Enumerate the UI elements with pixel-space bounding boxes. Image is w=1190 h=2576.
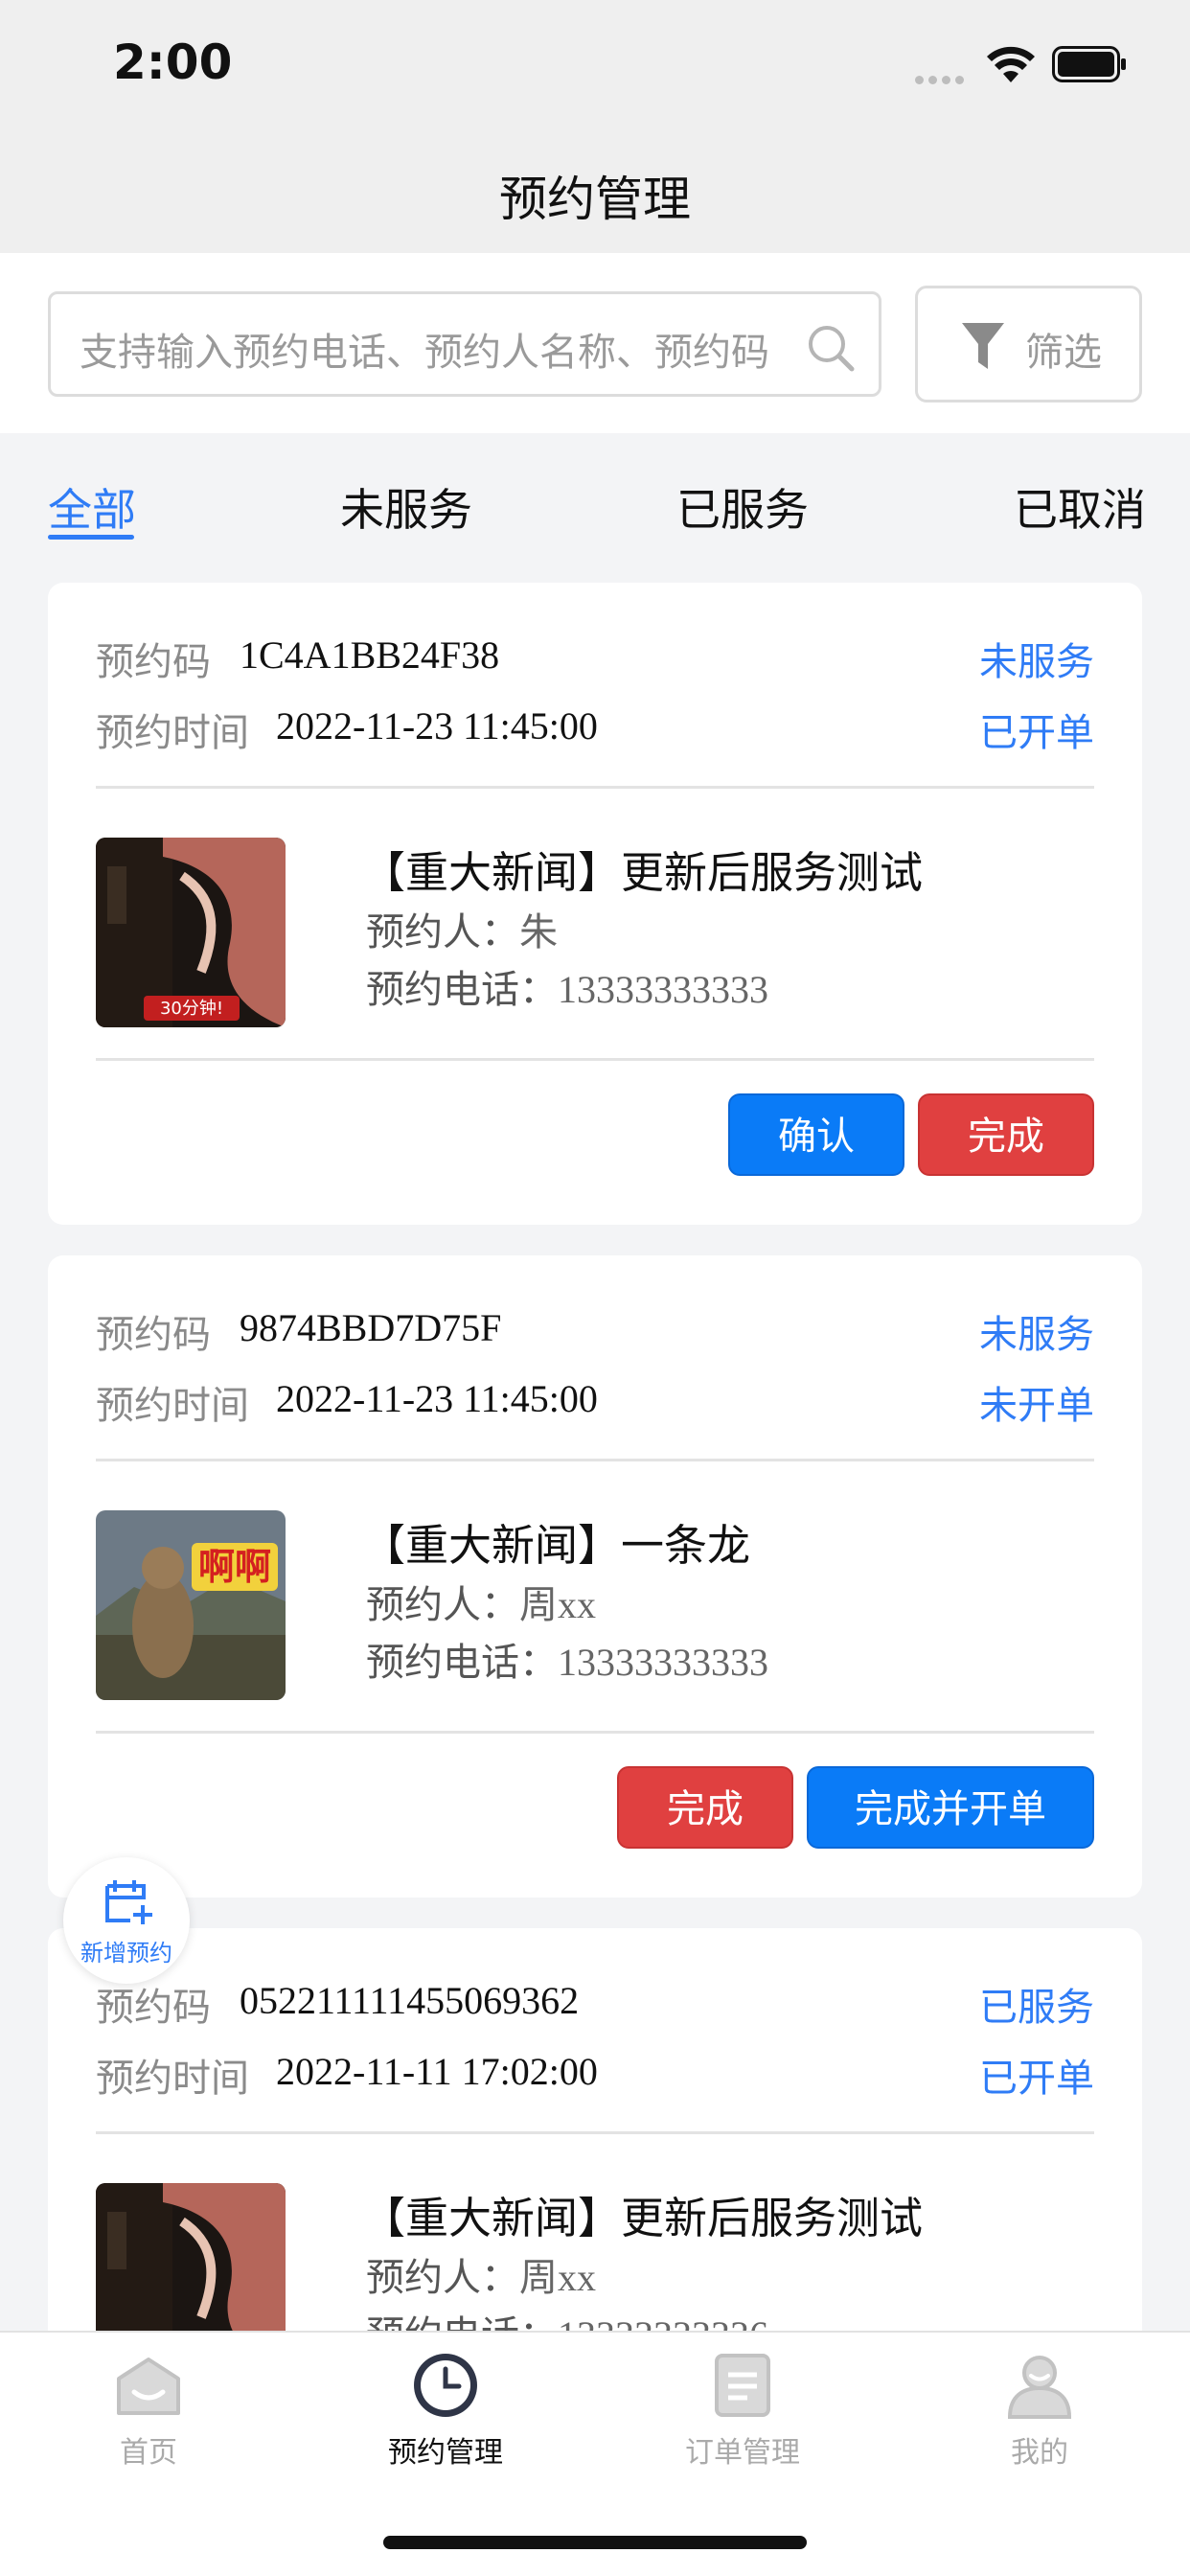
divider — [96, 2131, 1094, 2134]
code-label: 预约码 — [96, 1986, 211, 2030]
home-indicator — [383, 2536, 807, 2549]
status-bar: 2:00 — [0, 0, 1190, 134]
divider — [96, 1731, 1094, 1734]
svg-text:30分钟!: 30分钟! — [160, 999, 223, 1019]
complete-button[interactable]: 完成 — [918, 1093, 1094, 1176]
service-image[interactable]: 啊啊 — [96, 1510, 286, 1700]
tab-all[interactable]: 全部 — [48, 475, 136, 539]
person-value: 周xx — [519, 1583, 596, 1626]
divider — [96, 786, 1094, 789]
phone-label: 预约电话： — [366, 968, 558, 1012]
time-value: 2022-11-23 11:45:00 — [276, 704, 598, 748]
person-value: 周xx — [519, 2256, 596, 2299]
filter-button[interactable]: 筛选 — [915, 286, 1142, 402]
search-icon[interactable] — [804, 321, 858, 375]
person-label: 预约人： — [366, 910, 519, 954]
service-title: 【重大新闻】一条龙 — [362, 1520, 751, 1571]
person-row: 预约人：周xx — [366, 1574, 596, 1629]
code-label: 预约码 — [96, 1313, 211, 1357]
tab-cancelled[interactable]: 已取消 — [1014, 475, 1146, 539]
home-icon — [117, 2358, 180, 2415]
code-value: 052211111455069362 — [240, 1979, 580, 2022]
clock-icon — [414, 2354, 477, 2417]
person-value: 朱 — [519, 910, 558, 954]
service-title: 【重大新闻】更新后服务测试 — [362, 847, 924, 898]
time-label: 预约时间 — [96, 1384, 249, 1428]
service-status: 已服务 — [979, 1986, 1094, 2030]
service-image[interactable]: 30分钟! — [96, 838, 286, 1027]
tabbar-item-appointments[interactable]: 预约管理 — [350, 2350, 541, 2471]
tab-unserved[interactable]: 未服务 — [340, 475, 472, 539]
search-input[interactable]: 支持输入预约电话、预约人名称、预约码 — [48, 291, 881, 397]
status-time: 2:00 — [113, 34, 233, 90]
phone-row: 预约电话：13333333333 — [366, 1631, 768, 1687]
battery-icon — [1052, 46, 1126, 82]
signal-icon — [915, 70, 973, 84]
code-value: 9874BBD7D75F — [240, 1306, 502, 1349]
appointment-card[interactable]: 预约码 9874BBD7D75F 未服务 预约时间 2022-11-23 11:… — [48, 1255, 1142, 1898]
divider — [96, 1058, 1094, 1061]
person-row: 预约人：朱 — [366, 901, 558, 956]
nav-bar: 预约管理 — [0, 134, 1190, 253]
phone-value: 13333333333 — [558, 968, 768, 1011]
image-caption: 啊啊 — [198, 1546, 271, 1588]
tabbar-label: 我的 — [1011, 2436, 1068, 2470]
phone-row: 预约电话：13333333333 — [366, 958, 768, 1014]
user-icon — [1007, 2356, 1072, 2419]
time-value: 2022-11-11 17:02:00 — [276, 2050, 598, 2093]
tab-served[interactable]: 已服务 — [676, 475, 809, 539]
phone-label: 预约电话： — [366, 1641, 558, 1685]
complete-button[interactable]: 完成 — [617, 1766, 793, 1849]
status-tabs: 全部 未服务 已服务 已取消 — [0, 460, 1190, 546]
order-status: 未开单 — [979, 1384, 1094, 1428]
confirm-button[interactable]: 确认 — [728, 1093, 904, 1176]
service-title: 【重大新闻】更新后服务测试 — [362, 2193, 924, 2243]
service-status: 未服务 — [979, 640, 1094, 684]
fab-label: 新增预约 — [80, 1940, 172, 1966]
order-status: 已开单 — [979, 711, 1094, 755]
add-appointment-button[interactable]: 新增预约 — [63, 1857, 190, 1984]
tabbar-label: 订单管理 — [685, 2436, 800, 2470]
time-label: 预约时间 — [96, 711, 249, 755]
appointment-card[interactable]: 预约码 1C4A1BB24F38 未服务 预约时间 2022-11-23 11:… — [48, 583, 1142, 1225]
divider — [96, 1459, 1094, 1461]
wifi-icon — [987, 46, 1035, 82]
person-label: 预约人： — [366, 2256, 519, 2300]
tabbar-label: 首页 — [120, 2436, 177, 2470]
complete-and-order-button[interactable]: 完成并开单 — [807, 1766, 1094, 1849]
code-label: 预约码 — [96, 640, 211, 684]
person-row: 预约人：周xx — [366, 2246, 596, 2302]
document-icon — [715, 2354, 770, 2417]
filter-label: 筛选 — [1025, 331, 1102, 375]
search-placeholder: 支持输入预约电话、预约人名称、预约码 — [80, 331, 769, 373]
tabbar-item-home[interactable]: 首页 — [53, 2350, 244, 2471]
phone-value: 13333333333 — [558, 1641, 768, 1684]
person-label: 预约人： — [366, 1583, 519, 1627]
tabbar-item-orders[interactable]: 订单管理 — [647, 2350, 838, 2471]
order-status: 已开单 — [979, 2057, 1094, 2101]
tabbar-label: 预约管理 — [388, 2436, 503, 2470]
time-value: 2022-11-23 11:45:00 — [276, 1377, 598, 1420]
service-status: 未服务 — [979, 1313, 1094, 1357]
tabbar-item-profile[interactable]: 我的 — [944, 2350, 1135, 2471]
time-label: 预约时间 — [96, 2057, 249, 2101]
add-calendar-icon — [105, 1880, 152, 1924]
filter-icon — [962, 323, 1004, 369]
tab-underline — [48, 535, 134, 540]
page-title: 预约管理 — [499, 172, 691, 227]
search-area: 支持输入预约电话、预约人名称、预约码 筛选 — [0, 253, 1190, 433]
code-value: 1C4A1BB24F38 — [240, 633, 500, 677]
